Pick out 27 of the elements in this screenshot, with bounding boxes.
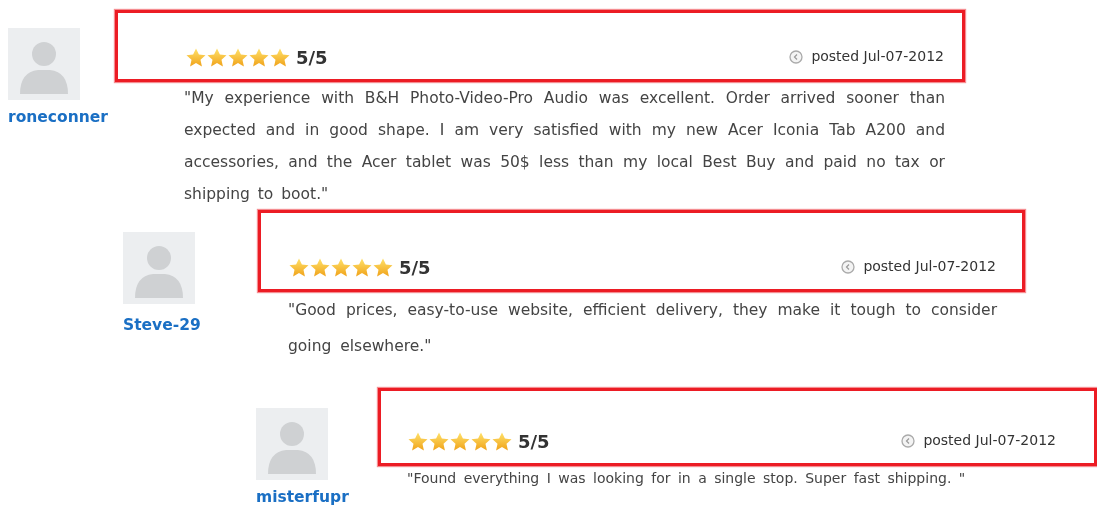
post-date: posted Jul-07-2012 [923,431,1056,450]
username-link[interactable]: roneconner [8,106,115,130]
star-icon [228,48,248,67]
star-icon [310,258,330,277]
star-icon [408,432,428,451]
star-icon [331,258,351,277]
star-icon [249,48,269,67]
rating-score: 5/5 [399,258,431,277]
star-icon [429,432,449,451]
star-icon [450,432,470,451]
star-icon [471,432,491,451]
review-text: "My experience with B&H Photo-Video-Pro Audio was excellent. Order arrived sooner than expected and in good shape. I am very satisfied with my new Acer Iconia Tab A200 and accessories, and the Acer tablet was 50$ less than my local Best Buy and paid no tax or shipping to boot." [184,88,945,205]
star-icon [186,48,206,67]
star-icon [270,48,290,67]
username-link[interactable]: misterfupr [256,486,378,510]
star-icon [492,432,512,451]
rating-score: 5/5 [296,48,328,67]
rating-score: 5/5 [518,432,550,451]
review-text: "Good prices, easy-to-use website, efficient delivery, they make it tough to consider going elsewhere." [288,300,997,357]
username-link[interactable]: Steve-29 [123,314,258,338]
review-text: "Found everything I was looking for in a single stop. Super fast shipping. " [407,469,967,488]
star-icon [289,258,309,277]
post-date: posted Jul-07-2012 [811,47,944,66]
star-icon [352,258,372,277]
star-icon [373,258,393,277]
star-icon [207,48,227,67]
post-date: posted Jul-07-2012 [863,257,996,276]
